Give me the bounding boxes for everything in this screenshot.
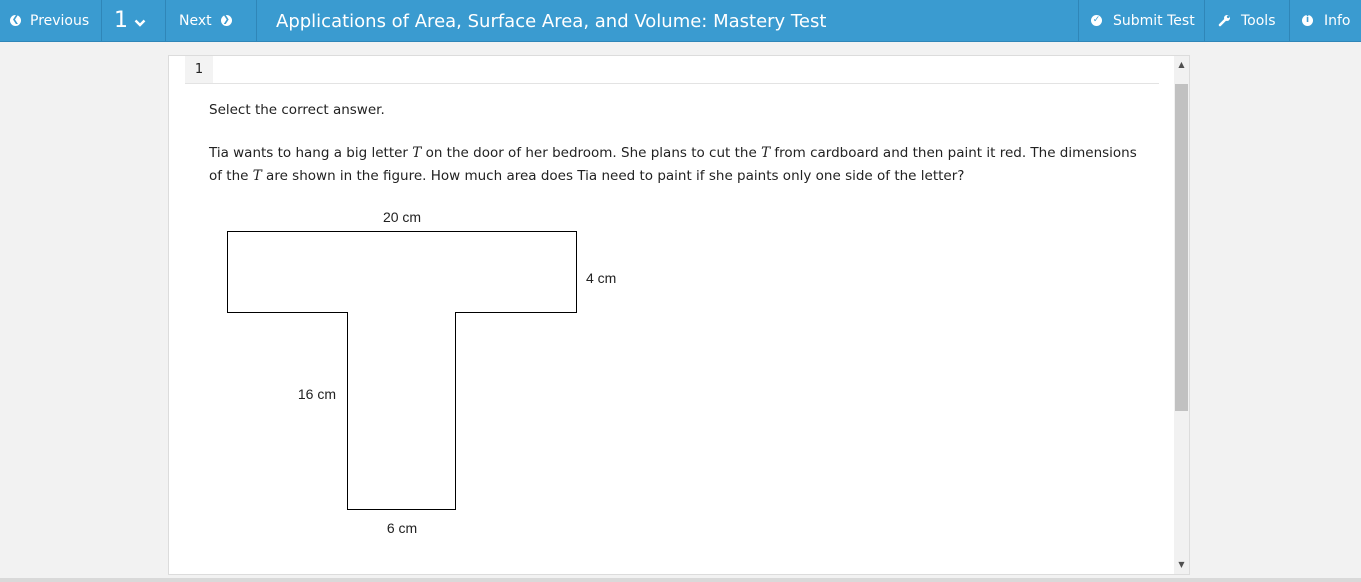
question-selector[interactable]: 1 [102, 0, 166, 41]
submit-test-button[interactable]: ✓ Submit Test [1078, 0, 1204, 41]
italic-letter: T [412, 145, 422, 161]
t-shape-outline [227, 231, 577, 510]
submit-label: Submit Test [1113, 12, 1195, 29]
top-toolbar: ❮ Previous 1 Next ❯ Applications of Area… [0, 0, 1361, 42]
question-text-part: on the door of her bedroom. She plans to… [421, 145, 762, 161]
previous-button[interactable]: ❮ Previous [0, 0, 102, 41]
t-shape-figure: 20 cm 4 cm 16 cm 6 cm [227, 209, 616, 536]
question-text: Tia wants to hang a big letter T on the … [209, 142, 1149, 188]
previous-label: Previous [30, 12, 90, 29]
chevron-down-icon [134, 19, 146, 27]
top-height-label: 4 cm [586, 270, 616, 286]
stem-width-label: 6 cm [387, 520, 417, 536]
question-text-part: are shown in the figure. How much area d… [261, 168, 965, 184]
page-title: Applications of Area, Surface Area, and … [276, 11, 827, 32]
scroll-thumb[interactable] [1175, 84, 1188, 411]
vertical-scrollbar[interactable]: ▲ ▼ [1174, 56, 1189, 574]
top-width-label: 20 cm [383, 209, 421, 225]
tools-label: Tools [1241, 12, 1276, 29]
question-number: 1 [114, 8, 128, 33]
scroll-down-arrow-icon[interactable]: ▼ [1174, 558, 1189, 572]
bottom-border [0, 578, 1361, 582]
question-tab[interactable]: 1 [185, 56, 213, 83]
info-label: Info [1324, 12, 1351, 29]
tools-button[interactable]: Tools [1204, 0, 1289, 41]
wrench-icon [1218, 15, 1230, 27]
question-panel: 1 Select the correct answer. Tia wants t… [168, 55, 1190, 575]
question-instruction: Select the correct answer. [209, 102, 385, 118]
info-circle-icon: i [1302, 15, 1313, 26]
italic-letter: T [761, 145, 771, 161]
scroll-up-arrow-icon[interactable]: ▲ [1174, 58, 1189, 72]
check-circle-icon: ✓ [1091, 15, 1102, 26]
stem-height-label: 16 cm [298, 386, 336, 402]
question-text-part: Tia wants to hang a big letter [209, 145, 413, 161]
arrow-left-circle-icon: ❮ [10, 15, 21, 26]
next-button[interactable]: Next ❯ [166, 0, 257, 41]
divider [185, 83, 1159, 84]
italic-letter: T [252, 168, 262, 184]
info-button[interactable]: i Info [1289, 0, 1361, 41]
next-label: Next [179, 12, 212, 29]
arrow-right-circle-icon: ❯ [220, 15, 232, 26]
